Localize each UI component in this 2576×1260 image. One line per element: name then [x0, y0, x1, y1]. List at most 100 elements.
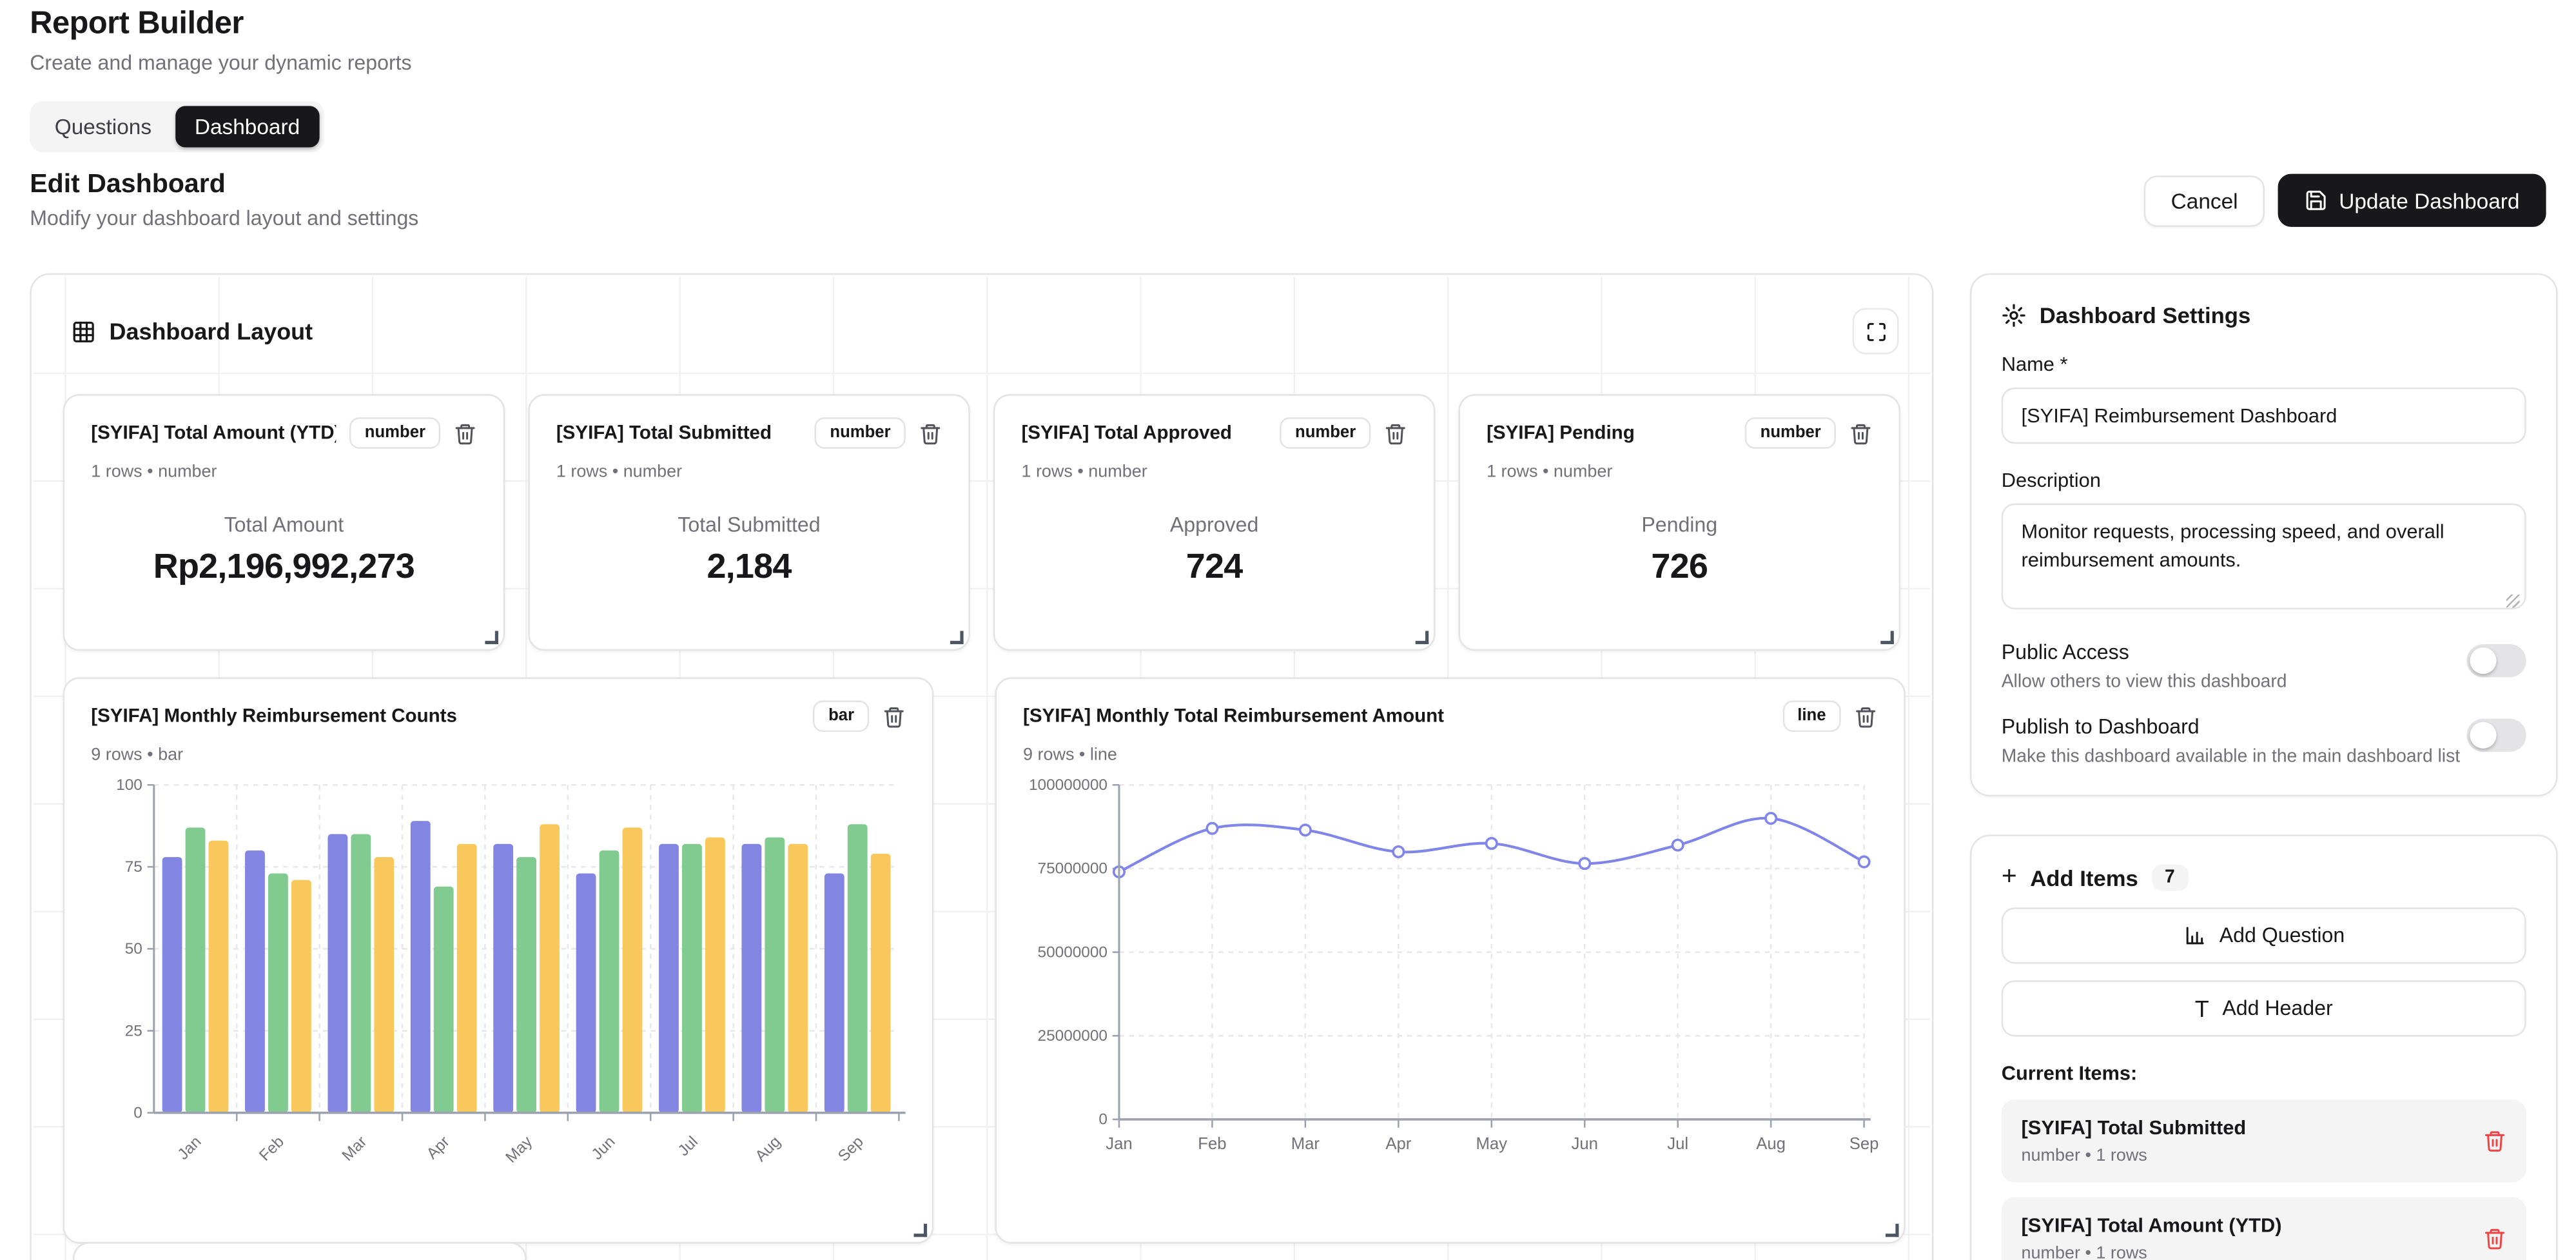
textarea-resize-grip[interactable] — [2506, 595, 2520, 608]
bar-chart-svg: 0255075100JanFebMarAprMayJunJulAugSep — [91, 769, 909, 1196]
stat-card-meta: 1 rows • number — [1021, 462, 1407, 482]
toggle-knob — [2470, 647, 2496, 674]
svg-text:Jul: Jul — [675, 1133, 701, 1159]
layout-panel-title: Dashboard Layout — [109, 318, 313, 344]
add-items-header: + Add Items 7 — [2002, 864, 2526, 891]
stat-value: 726 — [1651, 548, 1708, 588]
text-icon: T — [2195, 997, 2209, 1020]
settings-header: Dashboard Settings — [2002, 303, 2526, 328]
bar — [209, 841, 229, 1113]
trash-icon[interactable] — [1849, 422, 1872, 445]
svg-text:Apr: Apr — [424, 1133, 453, 1163]
stat-label: Pending — [1641, 513, 1717, 536]
current-item-title: [SYIFA] Total Submitted — [2022, 1116, 2247, 1139]
svg-text:Jan: Jan — [1106, 1135, 1132, 1153]
add-items-card: + Add Items 7 Add Question T Add Header … — [1970, 834, 2558, 1260]
toggle-knob — [2470, 722, 2496, 749]
bar — [162, 857, 182, 1113]
delete-item-icon[interactable] — [2483, 1129, 2506, 1152]
publish-text: Publish to Dashboard Make this dashboard… — [2002, 715, 2460, 767]
update-dashboard-label: Update Dashboard — [2339, 190, 2519, 211]
trash-icon[interactable] — [1854, 705, 1877, 728]
gear-icon — [2002, 303, 2027, 328]
bar — [825, 874, 844, 1113]
svg-text:50000000: 50000000 — [1038, 943, 1107, 961]
svg-text:100000000: 100000000 — [1029, 776, 1107, 794]
add-items-count-badge: 7 — [2151, 864, 2188, 891]
layout-panel-header: Dashboard Layout — [71, 308, 1898, 355]
bar — [765, 838, 785, 1113]
tab-dashboard[interactable]: Dashboard — [175, 106, 320, 147]
add-header-label: Add Header — [2222, 997, 2332, 1020]
dashboard-description-textarea[interactable]: Monitor requests, processing speed, and … — [2002, 504, 2526, 609]
bar — [245, 851, 265, 1113]
bar — [741, 844, 761, 1113]
current-item-title: [SYIFA] Total Amount (YTD) — [2022, 1214, 2282, 1237]
public-access-text: Public Access Allow others to view this … — [2002, 641, 2287, 693]
bar — [659, 844, 679, 1113]
add-question-button[interactable]: Add Question — [2002, 907, 2526, 963]
bar — [516, 857, 536, 1113]
trash-icon[interactable] — [454, 422, 477, 445]
add-header-button[interactable]: T Add Header — [2002, 980, 2526, 1036]
data-point-marker — [1300, 825, 1311, 835]
data-point-marker — [1393, 847, 1403, 857]
trash-icon[interactable] — [883, 705, 906, 728]
bar — [374, 857, 394, 1113]
grid-icon — [71, 319, 96, 344]
svg-text:Mar: Mar — [1291, 1135, 1320, 1153]
fullscreen-button[interactable] — [1853, 308, 1899, 355]
bar — [576, 874, 596, 1113]
settings-title: Dashboard Settings — [2040, 303, 2251, 328]
plus-icon: + — [2002, 864, 2017, 891]
svg-text:Mar: Mar — [339, 1133, 371, 1165]
svg-text:0: 0 — [133, 1104, 142, 1121]
chart-card: [SYIFA] Monthly Reimbursement Countsbar9… — [63, 677, 934, 1243]
current-item-text: [SYIFA] Total Amount (YTD) number • 1 row… — [2022, 1214, 2282, 1260]
svg-text:50: 50 — [125, 940, 142, 958]
stat-card-meta: 1 rows • number — [1487, 462, 1872, 482]
delete-item-icon[interactable] — [2483, 1227, 2506, 1250]
public-access-toggle[interactable] — [2466, 644, 2526, 677]
line-chart-svg: 0250000005000000075000000100000000JanFeb… — [1023, 769, 1880, 1196]
chart-card-meta: 9 rows • bar — [91, 745, 905, 765]
viz-type-badge: number — [815, 417, 905, 449]
tab-questions[interactable]: Questions — [35, 106, 171, 147]
data-point-marker — [1672, 840, 1683, 850]
svg-text:Jun: Jun — [589, 1133, 619, 1163]
edit-title: Edit Dashboard — [30, 171, 418, 201]
update-dashboard-button[interactable]: Update Dashboard — [2278, 174, 2546, 227]
publish-label: Publish to Dashboard — [2002, 715, 2460, 738]
bar — [457, 844, 477, 1113]
view-tabs: QuestionsDashboard — [30, 101, 325, 153]
bar — [682, 844, 702, 1113]
svg-text:Jan: Jan — [175, 1133, 205, 1163]
svg-text:Jul: Jul — [1667, 1135, 1688, 1153]
edit-bar: Edit Dashboard Modify your dashboard lay… — [0, 171, 2576, 230]
svg-text:25000000: 25000000 — [1038, 1027, 1107, 1045]
current-item-row: [SYIFA] Total Amount (YTD) number • 1 row… — [2002, 1197, 2526, 1260]
stat-value: 2,184 — [707, 548, 791, 588]
add-items-title: Add Items — [2030, 865, 2138, 891]
public-access-label: Public Access — [2002, 641, 2287, 664]
current-item-meta: number • 1 rows — [2022, 1244, 2282, 1260]
svg-text:Sep: Sep — [835, 1133, 867, 1165]
stat-label: Total Submitted — [678, 513, 820, 536]
chart-card-meta: 9 rows • line — [1023, 745, 1877, 765]
publish-toggle[interactable] — [2466, 719, 2526, 752]
trash-icon[interactable] — [919, 422, 942, 445]
trash-icon[interactable] — [1384, 422, 1407, 445]
stat-card: [SYIFA] Total Submittednumber1 rows • nu… — [528, 394, 970, 651]
cancel-button[interactable]: Cancel — [2145, 175, 2265, 226]
partial-widget-card — [73, 1242, 527, 1260]
public-access-row: Public Access Allow others to view this … — [2002, 641, 2526, 693]
svg-text:Feb: Feb — [256, 1133, 288, 1165]
cancel-button-label: Cancel — [2171, 190, 2238, 211]
page-title: Report Builder — [30, 6, 411, 43]
stat-label: Total Amount — [224, 513, 344, 536]
dashboard-name-input[interactable] — [2002, 388, 2526, 444]
svg-text:May: May — [502, 1133, 536, 1166]
add-question-label: Add Question — [2220, 924, 2345, 947]
data-point-marker — [1579, 858, 1590, 869]
viz-type-badge: number — [1280, 417, 1371, 449]
